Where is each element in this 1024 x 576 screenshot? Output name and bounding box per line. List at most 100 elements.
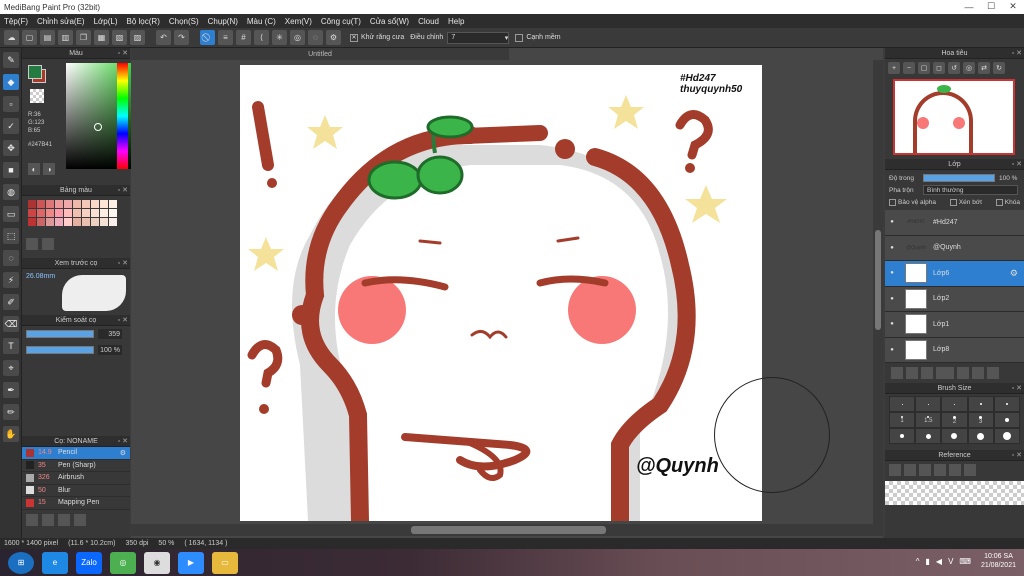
navigator-thumbnail[interactable] [893, 79, 1015, 155]
internet-explorer-icon[interactable]: e [42, 551, 68, 574]
rotate-left-icon[interactable]: ↺ [948, 62, 960, 74]
brush-size-option[interactable] [967, 396, 994, 412]
palette-swatch[interactable] [100, 200, 108, 208]
flip-icon[interactable]: ⇄ [978, 62, 990, 74]
lasso-tool-icon[interactable]: ◌ [3, 250, 19, 266]
layer-file-icon[interactable] [921, 367, 933, 379]
brush-size-option[interactable] [993, 412, 1020, 428]
palette-swatch[interactable] [109, 200, 117, 208]
check-tool-icon[interactable]: ✓ [3, 118, 19, 134]
brush-item[interactable]: 326 Airbrush [22, 472, 130, 485]
select-eraser-tool-icon[interactable]: ⌫ [3, 316, 19, 332]
soft-edge-checkbox[interactable]: Cạnh mềm [515, 33, 561, 42]
curve-snap-icon[interactable]: ◌ [308, 30, 323, 45]
palette-swatch[interactable] [91, 218, 99, 226]
keyboard-icon[interactable]: ⌨ [959, 557, 971, 566]
undo-icon[interactable]: ↶ [156, 30, 171, 45]
layer-row-selected[interactable]: ● Lớp6 ⚙ [885, 261, 1024, 287]
layer-opacity-slider[interactable] [923, 174, 995, 182]
snap-off-icon[interactable]: ⃠ [200, 30, 215, 45]
palette-swatch[interactable] [28, 218, 36, 226]
eye-icon[interactable]: ● [885, 321, 899, 327]
brush-size-option[interactable] [941, 428, 968, 444]
palette-swatch[interactable] [28, 209, 36, 217]
palette-swatch[interactable] [37, 209, 45, 217]
color-picker-cursor[interactable] [94, 123, 102, 131]
new-layer-icon[interactable] [891, 367, 903, 379]
divide-tool-icon[interactable]: ⌖ [3, 360, 19, 376]
bucket-tool-icon[interactable]: ◍ [3, 184, 19, 200]
select-pen-tool-icon[interactable]: ✐ [3, 294, 19, 310]
zoom-icon[interactable]: ▶ [178, 551, 204, 574]
menu-file[interactable]: Tệp(F) [4, 17, 28, 26]
menu-edit[interactable]: Chỉnh sửa(E) [37, 17, 85, 26]
brush-size-option[interactable]: 1 [889, 412, 916, 428]
protect-alpha-checkbox[interactable]: Bảo vệ alpha [889, 198, 936, 206]
palette-swatch[interactable] [64, 209, 72, 217]
palette-icon[interactable]: ◐ [28, 163, 40, 175]
menu-cloud[interactable]: Cloud [418, 17, 439, 26]
correction-select[interactable]: 7 ▾ [447, 31, 510, 44]
brush-item[interactable]: 35 Pen (Sharp) [22, 460, 130, 472]
palette-swatch[interactable] [91, 200, 99, 208]
gear-icon[interactable]: ⚙ [120, 449, 126, 457]
layer-duplicate-icon[interactable] [987, 367, 999, 379]
layer-row[interactable]: ● Lớp1 [885, 312, 1024, 338]
zoom-in-icon[interactable]: + [888, 62, 900, 74]
layer-row[interactable]: ● @Quynh @Quynh [885, 235, 1024, 261]
actual-size-icon[interactable]: ◻ [933, 62, 945, 74]
copy-icon[interactable]: ❐ [76, 30, 91, 45]
brush-settings-icon[interactable] [74, 513, 86, 526]
brush-size-option[interactable] [889, 428, 916, 444]
palette-swatch[interactable] [82, 218, 90, 226]
layer-row[interactable]: ● #Hd247 #Hd247 [885, 210, 1024, 236]
circle-snap-icon[interactable]: ◎ [290, 30, 305, 45]
hand-tool-icon[interactable]: ✋ [3, 426, 19, 442]
brush-size-option[interactable] [993, 396, 1020, 412]
chrome-icon[interactable]: ◉ [144, 551, 170, 574]
palette-swatch[interactable] [46, 200, 54, 208]
brush-size-option[interactable] [889, 396, 916, 412]
reset-icon[interactable]: ◎ [963, 62, 975, 74]
palette-swatch[interactable] [73, 218, 81, 226]
radial-snap-icon[interactable]: ✳ [272, 30, 287, 45]
zalo-icon[interactable]: Zalo [76, 551, 102, 574]
menu-view[interactable]: Xem(V) [285, 17, 312, 26]
close-button[interactable]: ✕ [1002, 0, 1024, 13]
document-tab[interactable]: Untitled [131, 48, 509, 60]
palette-swatch[interactable] [37, 218, 45, 226]
fill-rect-tool-icon[interactable]: ■ [3, 162, 19, 178]
vertical-scrollbar[interactable] [873, 60, 883, 524]
palette-swatch[interactable] [28, 200, 36, 208]
palette-swatch[interactable] [73, 200, 81, 208]
open-reference-icon[interactable] [889, 464, 901, 476]
layer-row[interactable]: ● Lớp8 [885, 337, 1024, 363]
layer-menu-icon[interactable] [936, 367, 954, 379]
hue-slider[interactable] [117, 63, 128, 169]
brush-size-option[interactable] [915, 396, 942, 412]
network-icon[interactable]: ▮ [926, 557, 930, 566]
text-tool-icon[interactable]: T [3, 338, 19, 354]
add-color-icon[interactable] [26, 238, 38, 250]
volume-icon[interactable]: ◀ [936, 557, 942, 566]
antialias-checkbox[interactable]: ✕ Khử răng cưa [350, 33, 404, 42]
zoom-out-reference-icon[interactable] [964, 464, 976, 476]
panel-close-icon[interactable]: ▫ ✕ [118, 49, 128, 57]
gradient-tool-icon[interactable]: ▭ [3, 206, 19, 222]
maximize-button[interactable]: ☐ [980, 0, 1002, 13]
add-brush-icon[interactable] [26, 513, 38, 526]
clipping-checkbox[interactable]: Xén bớt [949, 198, 982, 206]
palette-swatch[interactable] [64, 218, 72, 226]
palette-swatch[interactable] [91, 209, 99, 217]
brush-menu-icon[interactable] [58, 513, 70, 526]
settings-icon[interactable]: ⚙ [326, 30, 341, 45]
brush-tool-icon[interactable]: ✎ [3, 52, 19, 68]
eyedropper-tool-icon[interactable]: ✒ [3, 382, 19, 398]
menu-window[interactable]: Cửa sổ(W) [370, 17, 409, 26]
horizontal-scrollbar[interactable] [131, 524, 883, 536]
minimize-button[interactable]: — [958, 0, 980, 13]
brush-item[interactable]: 15 Mapping Pen [22, 497, 130, 510]
eye-icon[interactable]: ● [885, 219, 899, 225]
parallel-snap-icon[interactable]: ≡ [218, 30, 233, 45]
palette-swatch[interactable] [55, 218, 63, 226]
